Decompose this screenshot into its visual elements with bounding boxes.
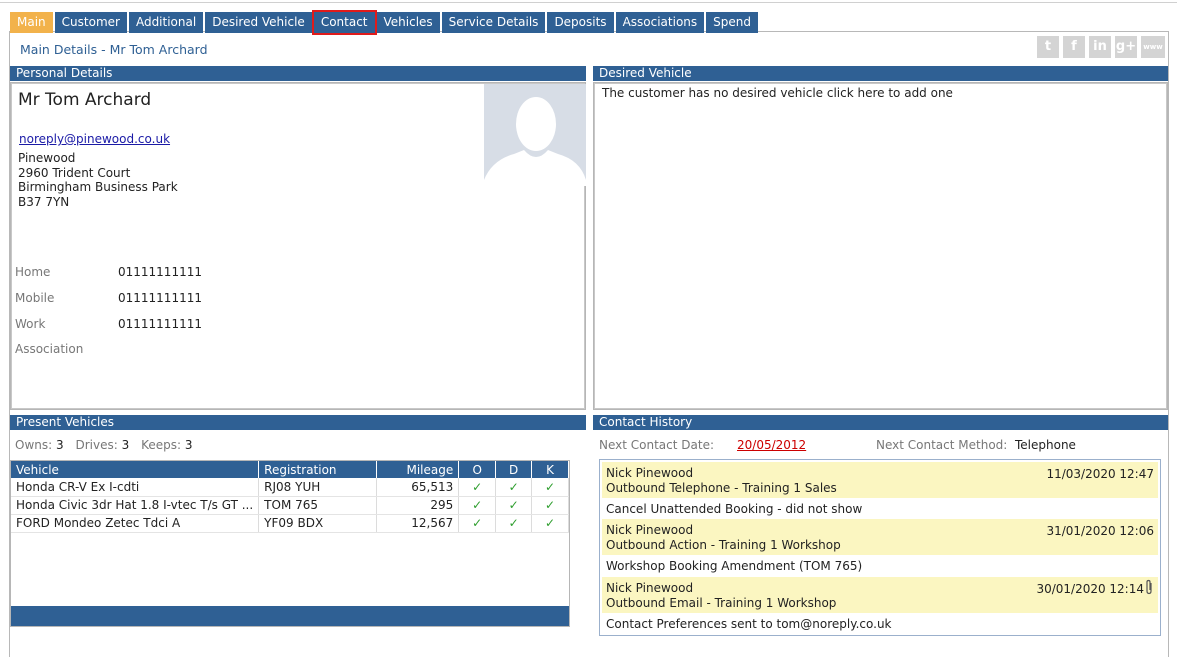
registration-cell: TOM 765 (258, 496, 377, 515)
home-phone-label: Home (15, 265, 51, 279)
owns-check-icon: ✓ (458, 478, 497, 497)
history-entry-note: Workshop Booking Amendment (TOM 765) (606, 559, 863, 573)
registration-cell: RJ08 YUH (258, 478, 377, 497)
page-title: Main Details - Mr Tom Archard (20, 42, 208, 57)
drives-check-icon: ✓ (495, 496, 533, 515)
address-line-1: Pinewood (18, 151, 76, 165)
drives-check-icon: ✓ (495, 478, 533, 497)
mileage-cell: 65,513 (376, 478, 460, 497)
keeps-check-icon: ✓ (531, 496, 569, 515)
tab-customer[interactable]: Customer (54, 12, 127, 33)
desired-vehicle-inner (594, 83, 1167, 409)
google-plus-icon[interactable]: g+ (1115, 36, 1137, 58)
address-line-3: Birmingham Business Park (18, 180, 178, 194)
desired-vehicle-add-link[interactable]: The customer has no desired vehicle clic… (602, 86, 953, 100)
facebook-icon[interactable]: f (1063, 36, 1085, 58)
social-links: t f in g+ www (1037, 36, 1169, 58)
history-entry-header: Nick Pinewood Outbound Telephone - Train… (602, 462, 1158, 498)
customer-name: Mr Tom Archard (18, 90, 152, 110)
present-vehicles-footer (11, 606, 569, 626)
history-entry-note: Cancel Unattended Booking - did not show (606, 502, 863, 516)
web-icon[interactable]: www (1141, 36, 1165, 58)
table-row[interactable]: FORD Mondeo Zetec Tdci A YF09 BDX 12,567… (11, 514, 569, 533)
table-header-row: Vehicle Registration Mileage O D K (11, 461, 569, 478)
personal-details-header: Personal Details (10, 66, 586, 81)
tab-main[interactable]: Main (10, 12, 53, 33)
contact-history-header: Contact History (593, 415, 1168, 430)
contact-history-entry[interactable]: Nick Pinewood Outbound Action - Training… (602, 519, 1158, 575)
tab-desired-vehicle[interactable]: Desired Vehicle (205, 12, 312, 33)
work-phone-label: Work (15, 317, 46, 331)
work-phone-value: 01111111111 (118, 317, 202, 331)
linkedin-icon[interactable]: in (1089, 36, 1111, 58)
vehicle-counts: Owns: 3 Drives: 3 Keeps: 3 (15, 438, 200, 452)
vehicle-cell: FORD Mondeo Zetec Tdci A (11, 514, 260, 533)
history-entry-datetime: 31/01/2020 12:06 (1046, 524, 1154, 538)
column-owns[interactable]: O (458, 461, 497, 478)
address-postcode: B37 7YN (18, 195, 70, 209)
tab-associations[interactable]: Associations (615, 12, 705, 33)
next-contact-date-link[interactable]: 20/05/2012 (737, 438, 806, 452)
top-divider (0, 2, 1177, 3)
drives-value: 3 (121, 438, 130, 452)
keeps-value: 3 (184, 438, 193, 452)
mobile-phone-label: Mobile (15, 291, 55, 305)
contact-history-entry[interactable]: Nick Pinewood Outbound Telephone - Train… (602, 462, 1158, 518)
customer-email-link[interactable]: noreply@pinewood.co.uk (19, 132, 170, 146)
table-row[interactable]: Honda CR-V Ex I-cdti RJ08 YUH 65,513 ✓ ✓… (11, 478, 569, 497)
history-entry-note: Contact Preferences sent to tom@noreply.… (606, 617, 892, 631)
column-vehicle[interactable]: Vehicle (11, 461, 260, 478)
avatar-placeholder (484, 84, 586, 186)
history-entry-header: Nick Pinewood Outbound Email - Training … (602, 577, 1158, 613)
person-silhouette-icon (484, 84, 586, 186)
next-contact-date-label: Next Contact Date: (599, 438, 714, 452)
tab-additional[interactable]: Additional (128, 12, 204, 33)
vehicle-cell: Honda Civic 3dr Hat 1.8 I-vtec T/s GT ..… (11, 496, 260, 515)
next-contact-method-label: Next Contact Method: (876, 438, 1008, 452)
keeps-check-icon: ✓ (531, 478, 569, 497)
owns-check-icon: ✓ (458, 514, 497, 533)
registration-cell: YF09 BDX (258, 514, 377, 533)
present-vehicles-header: Present Vehicles (10, 415, 586, 430)
history-entry-datetime: 30/01/2020 12:14 (1036, 582, 1144, 596)
tab-spend[interactable]: Spend (706, 12, 758, 33)
tab-bar: Main Customer Additional Desired Vehicle… (10, 10, 760, 35)
contact-history-entry[interactable]: Nick Pinewood Outbound Email - Training … (602, 577, 1158, 633)
home-phone-value: 01111111111 (118, 265, 202, 279)
drives-label: Drives: (75, 438, 118, 452)
twitter-icon[interactable]: t (1037, 36, 1059, 58)
association-label: Association (15, 342, 84, 356)
drives-check-icon: ✓ (495, 514, 533, 533)
tab-service-details[interactable]: Service Details (441, 12, 546, 33)
owns-label: Owns: (15, 438, 53, 452)
history-entry-type: Outbound Telephone - Training 1 Sales (606, 481, 837, 495)
next-contact-method-value: Telephone (1015, 438, 1076, 452)
column-keeps[interactable]: K (531, 461, 569, 478)
tab-vehicles[interactable]: Vehicles (376, 12, 440, 33)
history-entry-datetime: 11/03/2020 12:47 (1046, 467, 1154, 481)
vehicle-cell: Honda CR-V Ex I-cdti (11, 478, 260, 497)
owns-value: 3 (56, 438, 64, 452)
history-entry-type: Outbound Email - Training 1 Workshop (606, 596, 837, 610)
history-entry-type: Outbound Action - Training 1 Workshop (606, 538, 841, 552)
present-vehicles-table: Vehicle Registration Mileage O D K Honda… (11, 461, 569, 533)
paperclip-icon[interactable] (1144, 579, 1154, 599)
keeps-label: Keeps: (141, 438, 182, 452)
mileage-cell: 295 (376, 496, 460, 515)
mileage-cell: 12,567 (376, 514, 460, 533)
desired-vehicle-header: Desired Vehicle (593, 66, 1168, 81)
table-row[interactable]: Honda Civic 3dr Hat 1.8 I-vtec T/s GT ..… (11, 496, 569, 515)
column-drives[interactable]: D (495, 461, 533, 478)
column-registration[interactable]: Registration (258, 461, 377, 478)
address-line-2: 2960 Trident Court (18, 166, 131, 180)
keeps-check-icon: ✓ (531, 514, 569, 533)
owns-check-icon: ✓ (458, 496, 497, 515)
tab-deposits[interactable]: Deposits (547, 12, 614, 33)
tab-contact[interactable]: Contact (311, 10, 377, 35)
column-mileage[interactable]: Mileage (376, 461, 460, 478)
history-entry-header: Nick Pinewood Outbound Action - Training… (602, 519, 1158, 555)
mobile-phone-value: 01111111111 (118, 291, 202, 305)
